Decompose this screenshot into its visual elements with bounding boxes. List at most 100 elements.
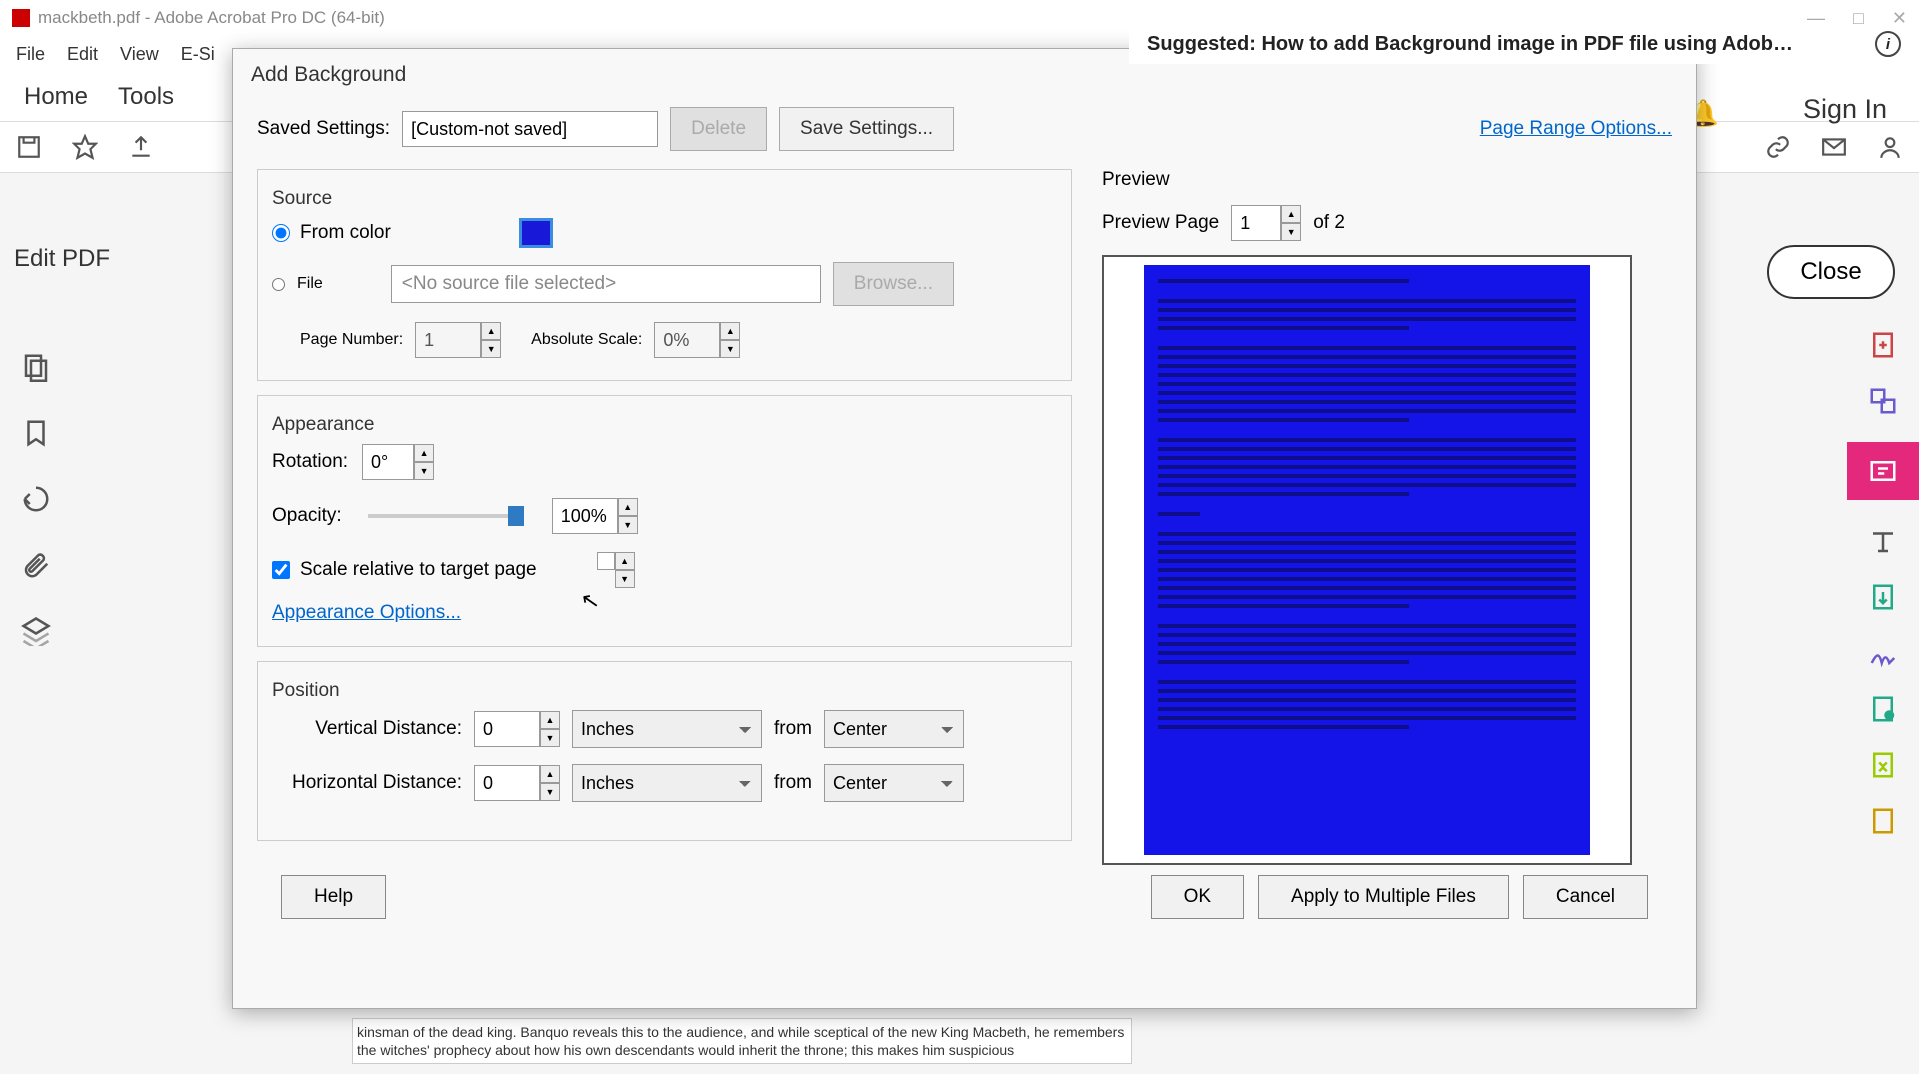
from-color-label: From color (300, 222, 391, 244)
apply-multiple-button[interactable]: Apply to Multiple Files (1258, 875, 1509, 919)
menu-edit[interactable]: Edit (67, 44, 98, 65)
file-radio[interactable] (272, 278, 285, 291)
hdist-down[interactable]: ▼ (540, 783, 560, 801)
preview-page-up[interactable]: ▲ (1281, 205, 1301, 223)
close-button[interactable]: Close (1767, 245, 1895, 299)
saved-settings-select[interactable]: [Custom-not saved] (402, 111, 658, 147)
signin-link[interactable]: Sign In (1803, 94, 1887, 125)
app-icon (12, 9, 30, 27)
abs-scale-label: Absolute Scale: (531, 331, 642, 349)
organize-icon[interactable] (1868, 694, 1898, 724)
rotation-label: Rotation: (272, 451, 348, 473)
appearance-options-link[interactable]: Appearance Options... (272, 602, 461, 623)
right-sidebar (1847, 314, 1919, 836)
user-icon[interactable] (1877, 134, 1903, 160)
appearance-fieldset: Appearance Rotation: ▲▼ Opacity: (257, 395, 1072, 647)
scale-down[interactable]: ▼ (615, 570, 635, 588)
undo-icon[interactable] (21, 484, 51, 514)
page-number-down[interactable]: ▼ (481, 340, 501, 358)
file-label: File (297, 275, 323, 293)
suggested-text: Suggested: How to add Background image i… (1147, 33, 1793, 56)
vertical-units-select[interactable]: Inches (572, 710, 762, 748)
page-range-link[interactable]: Page Range Options... (1480, 118, 1672, 140)
vertical-distance-input[interactable] (474, 711, 540, 747)
horizontal-distance-label: Horizontal Distance: (272, 772, 462, 794)
help-button[interactable]: Help (281, 875, 386, 919)
ok-button[interactable]: OK (1151, 875, 1244, 919)
close-button-label: Close (1800, 258, 1861, 286)
edit-pdf-tool-icon[interactable] (1847, 442, 1919, 500)
text-icon[interactable] (1868, 526, 1898, 556)
menu-file[interactable]: File (16, 44, 45, 65)
vertical-from-label: from (774, 718, 812, 740)
upload-icon[interactable] (128, 134, 154, 160)
star-icon[interactable] (72, 134, 98, 160)
horizontal-units-select[interactable]: Inches (572, 764, 762, 802)
vdist-down[interactable]: ▼ (540, 729, 560, 747)
save-settings-button[interactable]: Save Settings... (779, 107, 954, 151)
hdist-up[interactable]: ▲ (540, 765, 560, 783)
add-background-dialog: Add Background Saved Settings: [Custom-n… (232, 48, 1697, 1009)
preview-legend: Preview (1102, 169, 1672, 191)
delete-button[interactable]: Delete (670, 107, 767, 151)
protect-icon[interactable] (1868, 806, 1898, 836)
browse-button[interactable]: Browse... (833, 262, 954, 306)
vertical-from-select[interactable]: Center (824, 710, 964, 748)
preview-page-input[interactable] (1231, 205, 1281, 241)
menu-esign[interactable]: E-Si (181, 44, 215, 65)
create-pdf-icon[interactable] (1868, 330, 1898, 360)
rotation-input[interactable] (362, 444, 414, 480)
combine-icon[interactable] (1868, 386, 1898, 416)
appearance-legend: Appearance (272, 414, 1057, 436)
scale-checkbox[interactable] (272, 561, 290, 579)
link-icon[interactable] (1765, 134, 1791, 160)
preview-page-label: Preview Page (1102, 212, 1219, 234)
attachment-icon[interactable] (21, 550, 51, 580)
page-number-up[interactable]: ▲ (481, 322, 501, 340)
page-number-input[interactable] (415, 322, 481, 358)
edit-pdf-bar: Edit PDF (0, 245, 235, 273)
abs-scale-input[interactable] (654, 322, 720, 358)
horizontal-from-label: from (774, 772, 812, 794)
save-icon[interactable] (16, 134, 42, 160)
vertical-distance-label: Vertical Distance: (272, 718, 462, 740)
tab-home[interactable]: Home (24, 83, 88, 111)
scale-value-input[interactable] (597, 552, 615, 570)
preview-canvas (1102, 255, 1632, 865)
bookmark-icon[interactable] (21, 418, 51, 448)
opacity-label: Opacity: (272, 505, 342, 527)
export-pdf-icon[interactable] (1868, 582, 1898, 612)
file-path-input[interactable] (391, 265, 821, 303)
vdist-up[interactable]: ▲ (540, 711, 560, 729)
layers-icon[interactable] (21, 616, 51, 646)
info-icon[interactable]: i (1875, 31, 1901, 57)
pages-icon[interactable] (21, 352, 51, 382)
left-sidebar (0, 340, 72, 646)
source-legend: Source (272, 188, 1057, 210)
document-text: kinsman of the dead king. Banquo reveals… (352, 1018, 1132, 1064)
menu-view[interactable]: View (120, 44, 159, 65)
abs-scale-up[interactable]: ▲ (720, 322, 740, 340)
suggested-banner: Suggested: How to add Background image i… (1129, 24, 1919, 64)
cancel-button[interactable]: Cancel (1523, 875, 1648, 919)
page-number-label: Page Number: (300, 331, 403, 349)
opacity-slider[interactable] (368, 514, 518, 518)
abs-scale-down[interactable]: ▼ (720, 340, 740, 358)
window-title: mackbeth.pdf - Adobe Acrobat Pro DC (64-… (38, 8, 385, 28)
rotation-down[interactable]: ▼ (414, 462, 434, 480)
color-swatch[interactable] (519, 218, 553, 248)
edit-pdf-label: Edit PDF (14, 245, 110, 272)
opacity-down[interactable]: ▼ (618, 516, 638, 534)
sign-icon[interactable] (1868, 638, 1898, 668)
scale-up[interactable]: ▲ (615, 552, 635, 570)
compress-icon[interactable] (1868, 750, 1898, 780)
opacity-input[interactable] (552, 498, 618, 534)
preview-page-down[interactable]: ▼ (1281, 223, 1301, 241)
horizontal-from-select[interactable]: Center (824, 764, 964, 802)
tab-tools[interactable]: Tools (118, 83, 174, 111)
from-color-radio[interactable] (272, 224, 290, 242)
opacity-up[interactable]: ▲ (618, 498, 638, 516)
horizontal-distance-input[interactable] (474, 765, 540, 801)
rotation-up[interactable]: ▲ (414, 444, 434, 462)
mail-icon[interactable] (1821, 134, 1847, 160)
